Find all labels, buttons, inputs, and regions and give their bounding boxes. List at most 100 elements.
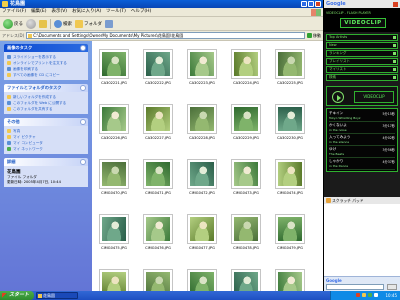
collapse-chevron-icon[interactable] [80,85,86,91]
search-button[interactable]: 検索 [54,19,72,28]
google-search-label: Google [326,278,342,283]
thumbnail-item[interactable]: CIMG0476.JPG [140,214,176,250]
thumbnail-item[interactable]: CA302227.JPG [140,104,176,140]
thumbnail-item[interactable]: CA302225.JPG [272,49,308,85]
close-button[interactable] [315,1,321,7]
folders-button[interactable]: フォルダ [75,19,102,28]
thumbnail-filename: CIMG0479.JPG [277,246,303,250]
thumbnail-item[interactable]: CA302221.JPG [96,49,132,85]
thumbnail-item[interactable]: CA302224.JPG [228,49,264,85]
collapse-chevron-icon[interactable] [80,119,86,125]
thumbnail-item[interactable]: CIMG0472.JPG [184,159,220,195]
thumbnail-item[interactable]: CIMG0477.JPG [184,214,220,250]
task-copy-to-cd[interactable]: すべての画像を CD にコピー [7,72,85,78]
back-button[interactable]: 戻る [3,18,23,29]
thumbnail-item[interactable]: CA302229.JPG [228,104,264,140]
thumbnail-item[interactable]: CA302222.JPG [140,49,176,85]
title-bar[interactable]: 花鳥園 [0,0,323,8]
place-my-network[interactable]: マイ ネットワーク [7,146,85,152]
tray-network-icon[interactable] [368,293,372,297]
thumbnail-item[interactable]: CIMG0478.JPG [228,214,264,250]
start-button[interactable]: スタート [0,291,34,300]
video-menu-item[interactable]: ランキング [326,50,398,57]
playlist-item[interactable]: ゆけ The Beats 3分56秒 [329,146,395,158]
address-label: アドレス(D) [2,32,25,38]
thumbnail-filename: CA302230.JPG [277,136,303,140]
tray-volume-icon[interactable] [362,293,366,297]
thumbnail-item[interactable] [228,269,264,291]
minimize-button[interactable] [301,1,307,7]
file-tasks-header[interactable]: ファイルとフォルダのタスク [4,84,88,92]
scratchpad-bar[interactable]: スクラッチ パッド [324,197,400,204]
menu-favorites[interactable]: お気に入り(A) [72,9,101,15]
thumbnail-item[interactable]: CIMG0473.JPG [228,159,264,195]
file-tasks-title: ファイルとフォルダのタスク [7,85,62,90]
video-menu-item[interactable]: New [326,42,398,49]
search-label: 検索 [63,21,72,27]
thumbnail-frame [231,49,261,79]
video-menu-item[interactable]: 検索 [326,74,398,81]
thumbnail-item[interactable]: CIMG0471.JPG [140,159,176,195]
thumbnail-frame [187,49,217,79]
other-places-header[interactable]: その他 [4,118,88,126]
thumbnail-item[interactable]: CA302230.JPG [272,104,308,140]
thumbnail-frame [99,49,129,79]
picture-tasks-header[interactable]: 画像のタスク [4,44,88,52]
details-header[interactable]: 詳細 [4,158,88,166]
menu-file[interactable]: ファイル(F) [2,9,26,15]
taskbar-item-explorer[interactable]: 花鳥園 [36,292,78,299]
thumbnail-item[interactable]: CIMG0475.JPG [96,214,132,250]
thumbnail-frame [231,104,261,134]
photo-thumbnail [146,272,170,291]
printer-icon [7,67,11,71]
task-share-folder[interactable]: このフォルダを共有する [7,106,85,112]
up-folder-icon[interactable] [39,19,47,28]
collapse-chevron-icon[interactable] [80,45,86,51]
windows-logo-icon [311,8,321,16]
thumbnail-item[interactable]: CIMG0479.JPG [272,214,308,250]
playlist-item[interactable]: しゃかり in the Dance 4分37秒 [329,158,395,170]
cd-icon [7,73,11,77]
views-button[interactable] [105,19,113,28]
menu-tools[interactable]: ツール(T) [106,9,126,15]
thumbnail-frame [231,159,261,189]
thumbnail-item[interactable] [184,269,220,291]
address-input[interactable]: C:\Documents and Settings\OwnerMy Docume… [26,32,305,39]
thumbnail-item[interactable]: CA302228.JPG [184,104,220,140]
video-header: VIDEOCLIP - FLASH PLAYER VIDEOCLIP [324,8,400,32]
menu-help[interactable]: ヘルプ(H) [131,9,151,15]
close-icon[interactable] [393,1,398,7]
thumbnail-filename: CIMG0478.JPG [233,246,259,250]
tray-app-icon[interactable] [374,293,378,297]
playlist-item[interactable]: チキイン Tokyo Whistling Boyz 5分15秒 [329,110,395,122]
video-menu-item[interactable]: Top Artists [326,34,398,41]
address-bar: アドレス(D) C:\Documents and Settings\OwnerM… [0,31,323,41]
thumbnail-item[interactable] [96,269,132,291]
thumbnail-item[interactable] [272,269,308,291]
play-button[interactable] [332,91,344,103]
thumbnail-item[interactable] [140,269,176,291]
video-menu-item[interactable]: マイリスト [326,66,398,73]
thumbnail-item[interactable]: CA302223.JPG [184,49,220,85]
forward-button[interactable] [26,18,36,29]
go-button[interactable]: 移動 [307,32,323,39]
player-tagline: VIDEOCLIP - FLASH PLAYER [326,11,371,15]
menu-view[interactable]: 表示(V) [51,9,67,15]
thumbnail-item[interactable]: CIMG0474.JPG [272,159,308,195]
other-places-title: その他 [7,119,20,124]
google-search-button[interactable] [387,284,397,290]
thumbnail-view[interactable]: CA302221.JPG CA302222.JPG CA302223.JPG CA30… [92,41,323,291]
collapse-chevron-icon[interactable] [80,159,86,165]
back-arrow-icon [3,18,13,29]
maximize-button[interactable] [308,1,314,7]
playlist-item[interactable]: かくないよ in the noise 3分17秒 [329,122,395,134]
tray-security-icon[interactable] [356,293,360,297]
toolbar-separator [50,18,51,29]
video-menu-item[interactable]: プレイリスト [326,58,398,65]
my-pictures-icon [7,135,11,139]
thumbnail-item[interactable]: CIMG0470.JPG [96,159,132,195]
menu-edit[interactable]: 編集(E) [31,9,46,15]
thumbnail-item[interactable]: CA302226.JPG [96,104,132,140]
google-search-input[interactable] [326,284,384,290]
playlist-item[interactable]: 入ってみよう in the silence 4分02秒 [329,134,395,146]
